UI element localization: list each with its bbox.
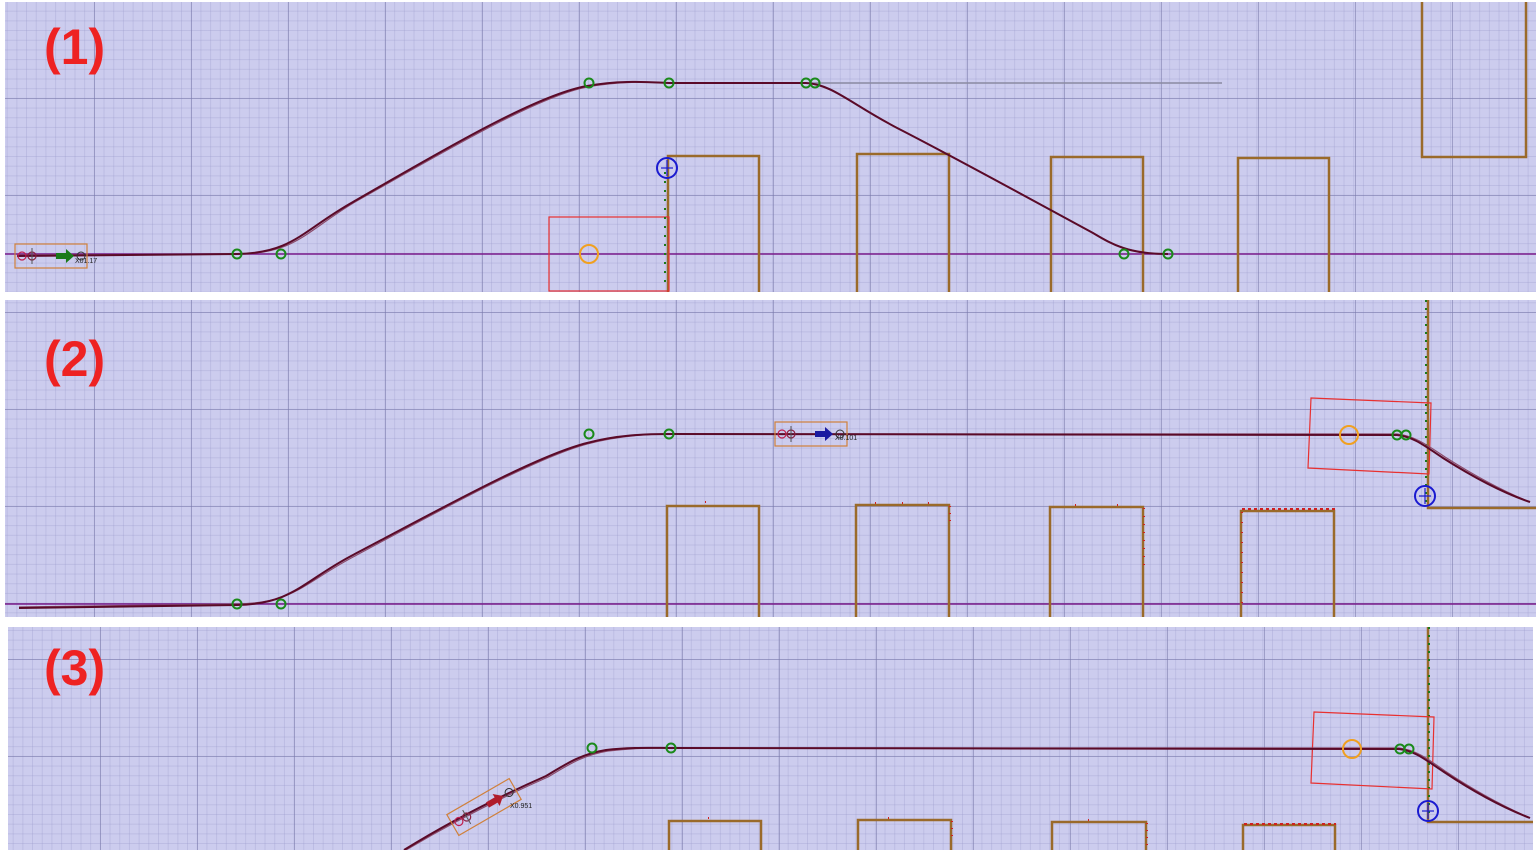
obstacle	[1236, 156, 1331, 292]
scenario-panel-2: X0.101	[5, 300, 1536, 617]
obstacle	[1241, 823, 1337, 850]
vehicle-tag: X0.951	[510, 803, 532, 810]
obstacles	[667, 627, 1533, 850]
panel-1-canvas: X01.17	[5, 2, 1536, 292]
detection-box	[1307, 397, 1432, 475]
panel-3-canvas: X0.951	[403, 627, 1533, 850]
obstacle	[854, 503, 951, 617]
obstacle	[1239, 509, 1336, 617]
goal-marker-icon	[656, 157, 678, 179]
obstacles	[665, 300, 1536, 617]
waypoint	[586, 742, 598, 754]
planned-path	[16, 80, 1169, 257]
obstacle	[1050, 820, 1148, 850]
waypoint	[583, 428, 595, 440]
vehicle-tag: X0.101	[835, 435, 857, 442]
planned-path-shadow	[16, 81, 1169, 256]
obstacle	[665, 504, 761, 617]
obstacle	[856, 818, 953, 850]
heading-arrow-icon	[485, 793, 504, 808]
panel-3-label: (3)	[44, 640, 106, 696]
panel-1-label: (1)	[44, 19, 106, 75]
vehicle-tag: X01.17	[75, 258, 97, 265]
planned-path-shadow	[18, 433, 1531, 608]
goal-marker-icon	[1417, 800, 1439, 822]
waypoints	[231, 428, 1412, 610]
scenario-panel-1: X01.17	[5, 2, 1536, 292]
heading-arrow-icon	[815, 427, 833, 441]
planned-path	[18, 432, 1531, 609]
planned-path-shadow	[405, 747, 1531, 850]
scenario-panel-3: X0.951	[8, 627, 1533, 850]
obstacle	[855, 152, 951, 292]
detection-box	[1310, 711, 1435, 790]
panel-2-canvas: X0.101	[5, 300, 1536, 617]
panel-2-label: (2)	[44, 331, 106, 387]
goal-marker-icon	[1414, 485, 1436, 507]
obstacle	[666, 154, 761, 292]
obstacle	[1048, 505, 1145, 617]
obstacle	[1420, 2, 1528, 159]
obstacle	[667, 819, 763, 850]
heading-arrow-icon	[56, 249, 74, 263]
obstacles	[666, 2, 1528, 292]
obstacle	[1426, 300, 1536, 510]
waypoints	[231, 77, 1174, 260]
obstacle	[1049, 155, 1145, 292]
